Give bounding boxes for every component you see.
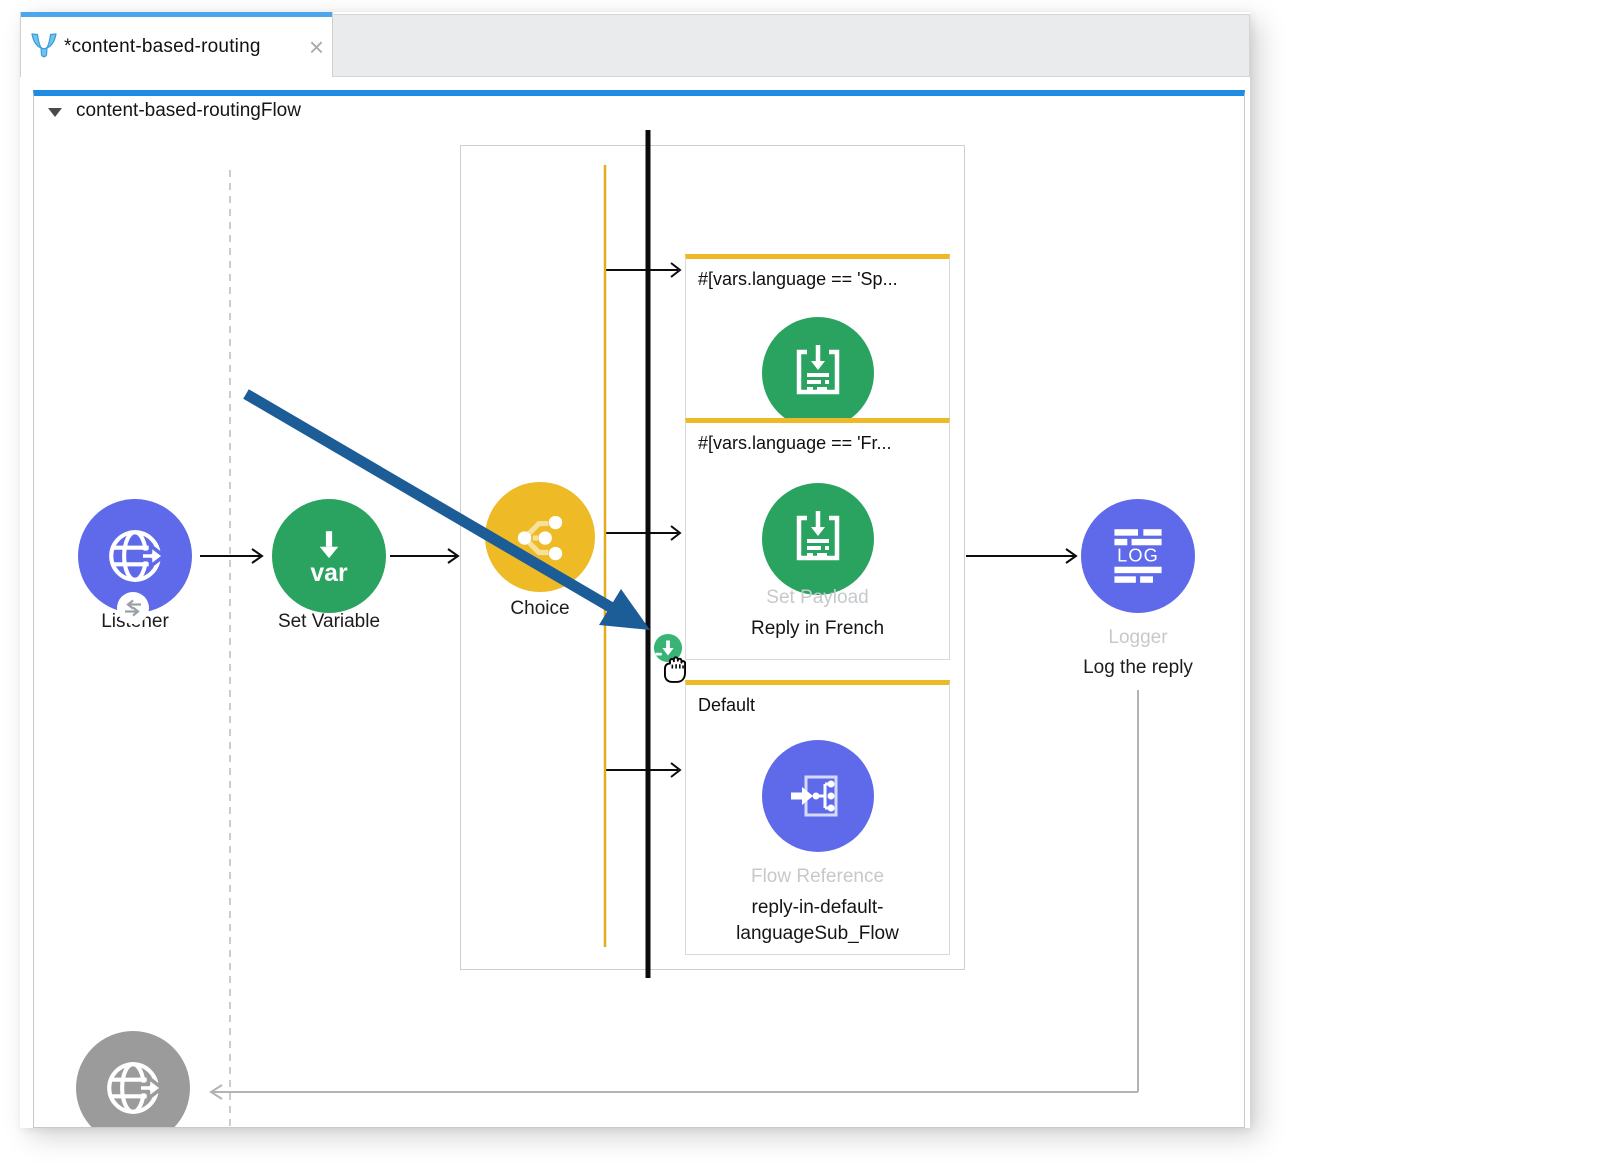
node-name-label: Reply in French <box>713 616 923 642</box>
choice-branch-default[interactable]: Default F <box>685 680 950 955</box>
flow-name: content-based-routingFlow <box>76 100 301 122</box>
tab-title: *content-based-routing <box>64 36 261 58</box>
set-payload-node[interactable] <box>762 483 874 595</box>
set-payload-icon <box>788 509 848 569</box>
branch-condition: Default <box>698 695 943 716</box>
flow-header: content-based-routingFlow <box>48 100 301 122</box>
anypoint-studio-flow-editor: *content-based-routing × content-based-r… <box>0 0 1618 1166</box>
set-payload-icon <box>788 343 848 403</box>
choice-label: Choice <box>460 598 620 620</box>
var-icon-text: var <box>310 560 348 587</box>
log-icon-text: LOG <box>1117 545 1159 565</box>
listener-exchange-badge <box>117 592 149 624</box>
set-variable-node[interactable]: var <box>272 499 386 613</box>
var-download-icon: var <box>298 525 360 587</box>
log-lines-icon: LOG <box>1108 526 1168 586</box>
flow-canvas[interactable]: content-based-routingFlow <box>34 96 1244 1127</box>
set-variable-label: Set Variable <box>249 611 409 633</box>
globe-arrow-icon <box>104 525 166 587</box>
set-payload-node[interactable] <box>762 317 874 429</box>
logger-type-label: Logger <box>1058 627 1218 649</box>
logger-name-label: Log the reply <box>1058 657 1218 679</box>
choice-node[interactable] <box>485 482 595 592</box>
flow-reference-node[interactable] <box>762 740 874 852</box>
node-type-label: Flow Reference <box>686 866 949 888</box>
logger-node[interactable]: LOG <box>1081 499 1195 613</box>
globe-arrow-icon <box>102 1057 164 1119</box>
exchange-arrows-icon <box>121 596 145 620</box>
branch-condition: #[vars.language == 'Sp... <box>698 269 943 290</box>
tab-content-based-routing[interactable]: *content-based-routing × <box>20 12 333 77</box>
branch-icon <box>509 506 571 568</box>
mule-logo-icon <box>28 31 60 63</box>
response-listener-node[interactable] <box>76 1031 190 1127</box>
tab-close-icon[interactable]: × <box>309 34 324 60</box>
collapse-triangle-icon[interactable] <box>48 108 62 117</box>
choice-branch-french[interactable]: #[vars.language == 'Fr... Set Payload Re <box>685 418 950 660</box>
tab-bar <box>333 14 1250 77</box>
flow-editor-panel: content-based-routingFlow <box>33 90 1245 1128</box>
branch-condition: #[vars.language == 'Fr... <box>698 433 943 454</box>
node-name-label: reply-in-default-languageSub_Flow <box>713 895 923 947</box>
node-type-label: Set Payload <box>686 587 949 609</box>
flow-reference-icon <box>788 766 848 826</box>
grabbing-hand-cursor-icon <box>656 647 694 689</box>
